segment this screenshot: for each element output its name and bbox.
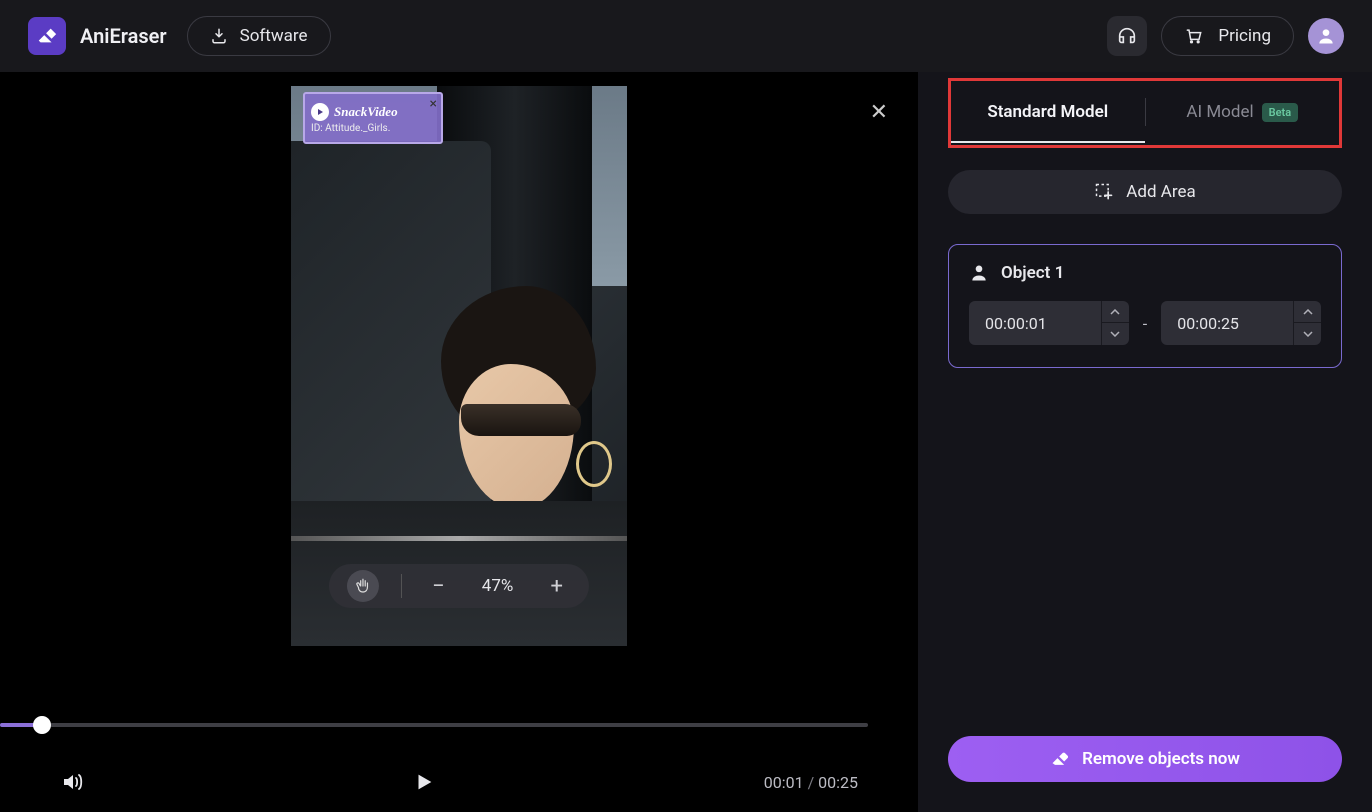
user-avatar[interactable] [1308,18,1344,54]
object-card: Object 1 00:00:01 - 00:00:25 [948,244,1342,368]
time-display: 00:01 / 00:25 [764,773,858,792]
close-video-button[interactable]: ✕ [870,100,888,125]
total-time: 00:25 [818,773,858,792]
end-time-down[interactable] [1294,323,1321,345]
pan-tool-button[interactable] [347,570,379,602]
pricing-button[interactable]: Pricing [1161,16,1294,56]
model-tabs: Standard Model AI Model Beta [951,81,1339,143]
software-label: Software [240,26,308,46]
pricing-label: Pricing [1218,26,1271,46]
object-time-range: 00:00:01 - 00:00:25 [969,301,1321,345]
end-time-input[interactable]: 00:00:25 [1161,301,1321,345]
remove-objects-button[interactable]: Remove objects now [948,736,1342,782]
slider-thumb[interactable] [33,716,51,734]
hand-icon [354,577,372,595]
play-icon [413,771,435,793]
cart-icon [1184,26,1204,46]
watermark-logo-icon [311,103,329,121]
watermark-selection[interactable]: SnackVideo ID: Attitude._Girls. × [303,92,443,144]
end-time-value: 00:00:25 [1161,314,1293,333]
app-header: AniEraser Software Pricing [0,0,1372,72]
end-time-up[interactable] [1294,301,1321,323]
volume-button[interactable] [60,770,84,794]
model-tabs-highlight: Standard Model AI Model Beta [948,78,1342,148]
eraser-logo-icon [28,17,66,55]
software-button[interactable]: Software [187,16,331,56]
start-time-value: 00:00:01 [969,314,1101,333]
playback-controls: 00:01 / 00:25 [0,752,918,812]
object-title: Object 1 [1001,263,1064,283]
logo[interactable]: AniEraser [28,17,167,55]
zoom-in-button[interactable]: + [543,574,571,599]
tab-ai-model[interactable]: AI Model Beta [1146,81,1340,143]
right-panel: Standard Model AI Model Beta Add Area Ob… [918,72,1372,812]
watermark-brand: SnackVideo [334,104,398,120]
video-stage: SnackVideo ID: Attitude._Girls. × − 47% … [0,72,918,712]
video-area: SnackVideo ID: Attitude._Girls. × − 47% … [0,72,918,812]
watermark-close-icon[interactable]: × [430,96,437,112]
main-area: SnackVideo ID: Attitude._Girls. × − 47% … [0,72,1372,812]
app-name: AniEraser [80,24,167,48]
watermark-id: ID: Attitude._Girls. [311,123,441,134]
add-area-icon [1094,182,1114,202]
download-icon [210,27,228,45]
play-button[interactable] [413,771,435,793]
object-header: Object 1 [969,263,1321,283]
header-right: Pricing [1107,16,1344,56]
eraser-icon [1050,749,1070,769]
support-button[interactable] [1107,16,1147,56]
video-frame[interactable]: SnackVideo ID: Attitude._Girls. × − 47% … [291,86,627,646]
object-icon [969,263,989,283]
time-range-separator: - [1143,314,1147,333]
timeline-slider[interactable] [0,716,918,734]
start-time-up[interactable] [1102,301,1129,323]
user-icon [1316,26,1336,46]
zoom-out-button[interactable]: − [424,574,453,599]
start-time-down[interactable] [1102,323,1129,345]
volume-icon [60,770,84,794]
zoom-toolbar: − 47% + [329,564,589,608]
scene-chrome [291,536,627,541]
beta-badge: Beta [1262,103,1299,122]
start-time-input[interactable]: 00:00:01 [969,301,1129,345]
headset-icon [1116,25,1138,47]
add-area-button[interactable]: Add Area [948,170,1342,214]
current-time: 00:01 [764,773,804,792]
tab-standard-model[interactable]: Standard Model [951,81,1145,143]
zoom-value: 47% [475,576,521,596]
